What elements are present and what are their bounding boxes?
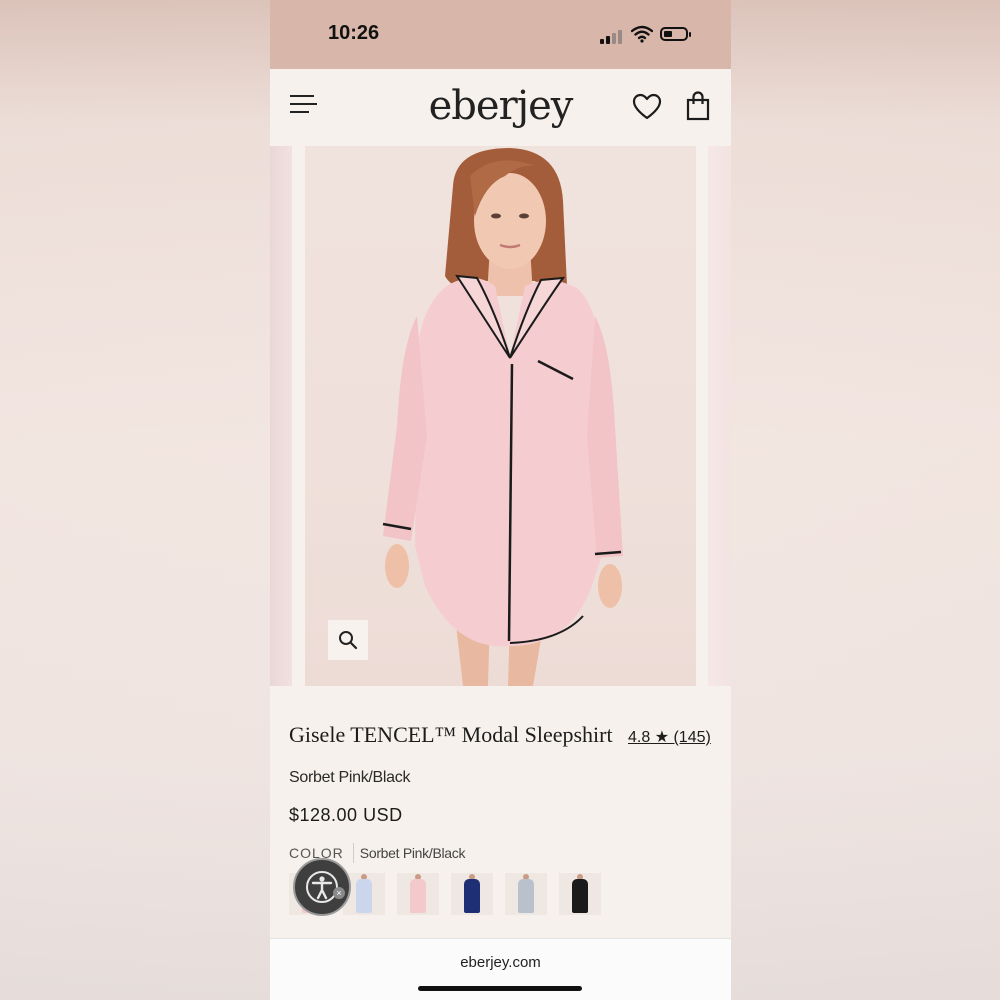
divider (352, 843, 354, 863)
browser-address-bar[interactable]: eberjey.com (270, 938, 731, 1000)
close-icon[interactable]: × (333, 887, 345, 899)
status-bar: 10:26 (270, 0, 731, 69)
rating-link[interactable]: 4.8 ★ (145) (628, 727, 711, 747)
cellular-signal-icon (600, 28, 624, 44)
url-text[interactable]: eberjey.com (270, 954, 731, 971)
status-time: 10:26 (328, 22, 380, 44)
accessibility-person-icon (306, 871, 338, 903)
next-slide-peek[interactable] (708, 146, 731, 686)
product-image-carousel[interactable] (270, 146, 731, 686)
wifi-icon (631, 25, 653, 43)
color-swatch[interactable] (505, 873, 547, 915)
model-wearing-sleepshirt-illustration (382, 148, 623, 686)
selected-color-name: Sorbet Pink/Black (359, 845, 466, 861)
shopping-bag-icon[interactable] (685, 91, 711, 121)
background-blur-right (730, 0, 1000, 1000)
color-swatch[interactable] (451, 873, 493, 915)
heart-icon[interactable] (632, 93, 662, 121)
battery-icon (660, 27, 691, 41)
product-title: Gisele TENCEL™ Modal Sleepshirt (289, 722, 613, 747)
product-variant: Sorbet Pink/Black (289, 769, 411, 786)
product-price: $128.00 USD (289, 805, 403, 825)
previous-slide-peek[interactable] (270, 146, 292, 686)
home-indicator[interactable] (418, 986, 582, 991)
zoom-button[interactable] (328, 620, 368, 660)
phone-screen: 10:26 eberjey Gisele TENCEL™ Modal Sleep… (270, 0, 731, 1000)
magnifier-icon (339, 631, 358, 650)
background-blur-left (0, 0, 270, 1000)
color-swatch[interactable] (559, 873, 601, 915)
color-swatch-selected[interactable] (397, 873, 439, 915)
site-header: eberjey (270, 69, 731, 146)
product-image[interactable] (305, 146, 696, 686)
